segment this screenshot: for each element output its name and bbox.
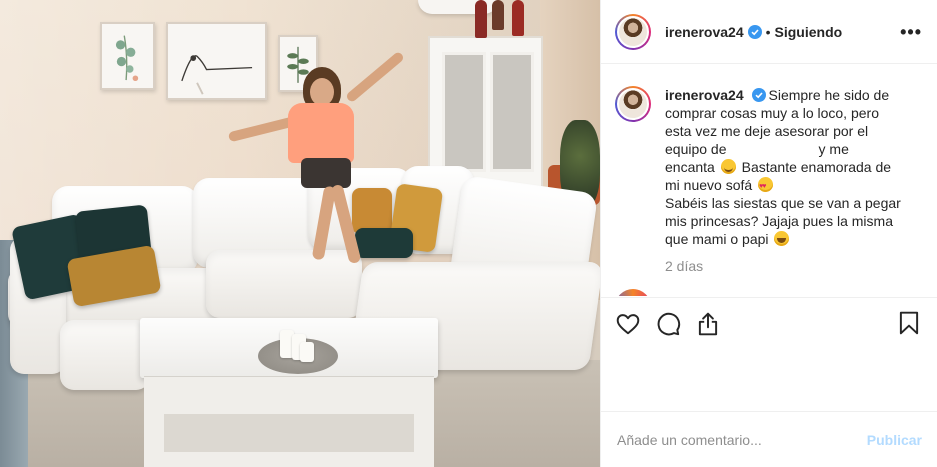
smiling-face-icon	[720, 159, 736, 174]
post-header: irenerova24 • Siguiendo •••	[601, 0, 937, 64]
caption-fragment: y me	[818, 141, 849, 157]
caption-line: Sabéis las siestas que se van a pegar	[665, 195, 901, 211]
more-options-button[interactable]: •••	[900, 22, 922, 43]
candle-3	[300, 342, 314, 362]
share-icon	[698, 312, 718, 335]
caption-line: esta vez me deje asesorar por el	[665, 123, 869, 139]
pillow-teal-3	[355, 228, 413, 258]
laughing-face-icon	[774, 231, 790, 246]
caption-username-link[interactable]: irenerova24	[665, 87, 744, 103]
following-button[interactable]: Siguiendo	[775, 24, 843, 40]
caption-fragment: equipo de	[665, 141, 727, 157]
caption-line: Siempre he sido de	[768, 87, 890, 103]
avatar[interactable]	[615, 13, 651, 50]
publish-button[interactable]: Publicar	[867, 432, 922, 448]
comment-button[interactable]	[655, 308, 695, 340]
denim-shorts	[301, 158, 351, 188]
caption-fragment: que mami o papi	[665, 231, 769, 247]
caption-line: que mami o papi	[665, 230, 923, 248]
caption-line: mis princesas? Jajaja pues la misma	[665, 213, 893, 229]
post-sidebar: irenerova24 • Siguiendo ••• irenerova24 …	[600, 0, 937, 467]
add-comment-section: Publicar	[601, 411, 937, 467]
sofa-base	[60, 320, 150, 390]
bookmark-icon	[899, 311, 919, 335]
caption-avatar[interactable]	[615, 86, 651, 122]
caption-line: comprar cosas muy a lo loco, pero	[665, 105, 879, 121]
verified-badge-icon	[751, 88, 766, 102]
vase-brown	[492, 0, 504, 30]
vase-red	[475, 0, 487, 38]
caption-line: mi nuevo sofá	[665, 176, 923, 196]
caption-text: irenerova24 Siempre he sido de comprar c…	[665, 86, 923, 248]
next-comment-avatar[interactable]	[615, 289, 651, 296]
comment-bubble-icon	[657, 312, 681, 335]
instagram-post-modal: irenerova24 • Siguiendo ••• irenerova24 …	[0, 0, 937, 467]
save-button[interactable]	[896, 310, 922, 336]
comments-area[interactable]: irenerova24 Siempre he sido de comprar c…	[601, 74, 937, 296]
share-button[interactable]	[695, 308, 735, 340]
post-timestamp[interactable]: 2 días	[665, 258, 924, 274]
verified-badge-icon	[747, 24, 762, 39]
caption-fragment: mi nuevo sofá	[665, 177, 753, 193]
face	[310, 78, 334, 106]
action-bar	[601, 297, 937, 349]
separator-dot: •	[765, 23, 771, 40]
caption-line: encanta Bastante enamorada de	[665, 158, 923, 176]
sofa-seat-mid	[206, 250, 362, 318]
like-button[interactable]	[615, 308, 655, 340]
username-link[interactable]: irenerova24	[665, 24, 744, 40]
caption-fragment: encanta	[665, 159, 715, 175]
coral-top	[288, 103, 354, 163]
post-photo[interactable]	[0, 0, 600, 467]
caption-line: equipo de y me	[665, 140, 923, 158]
vase-red-2	[512, 0, 524, 36]
caption: irenerova24 Siempre he sido de comprar c…	[615, 86, 924, 248]
caption-fragment: Bastante enamorada de	[741, 159, 892, 175]
comment-input[interactable]	[617, 431, 867, 448]
wall-art-line-figure	[166, 22, 267, 100]
heart-outline-icon	[616, 313, 640, 334]
heart-eyes-icon	[758, 177, 774, 196]
wall-art-eucalyptus	[100, 22, 155, 90]
